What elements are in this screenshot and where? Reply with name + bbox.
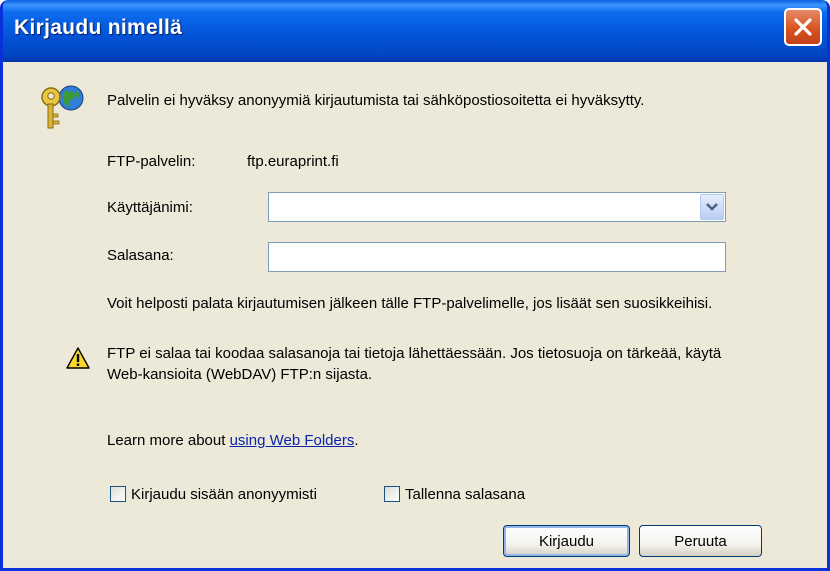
favorites-info-text: Voit helposti palata kirjautumisen jälke…: [107, 295, 713, 312]
chevron-down-icon: [706, 203, 718, 211]
username-combobox[interactable]: [268, 192, 726, 222]
save-password-option[interactable]: Tallenna salasana: [384, 485, 525, 503]
login-button[interactable]: Kirjaudu: [503, 525, 630, 557]
server-value: ftp.euraprint.fi: [247, 153, 339, 170]
username-label: Käyttäjänimi:: [107, 199, 193, 216]
username-dropdown-button[interactable]: [700, 194, 724, 220]
save-password-label: Tallenna salasana: [405, 485, 526, 503]
warning-icon: [66, 347, 90, 369]
cancel-button[interactable]: Peruuta: [639, 525, 762, 557]
anonymous-login-checkbox[interactable]: [110, 486, 126, 502]
error-message: Palvelin ei hyväksy anonyymiä kirjautumi…: [107, 92, 645, 109]
anonymous-login-label: Kirjaudu sisään anonyymisti: [131, 485, 317, 503]
close-button[interactable]: [784, 8, 822, 46]
title-bar[interactable]: Kirjaudu nimellä: [3, 0, 827, 62]
window-title: Kirjaudu nimellä: [14, 16, 183, 39]
save-password-checkbox[interactable]: [384, 486, 400, 502]
learn-more-text: Learn more about using Web Folders.: [107, 430, 747, 451]
learn-more-prefix: Learn more about: [107, 432, 230, 449]
anonymous-login-option[interactable]: Kirjaudu sisään anonyymisti: [110, 485, 317, 503]
security-warning-text: FTP ei salaa tai koodaa salasanoja tai t…: [107, 345, 722, 383]
web-folders-link[interactable]: using Web Folders: [230, 432, 355, 449]
learn-more-suffix: .: [354, 432, 359, 449]
password-field[interactable]: [268, 242, 726, 272]
close-icon: [794, 18, 812, 36]
password-label: Salasana:: [107, 247, 174, 264]
keys-globe-icon: [41, 85, 84, 129]
server-label: FTP-palvelin:: [107, 153, 196, 170]
